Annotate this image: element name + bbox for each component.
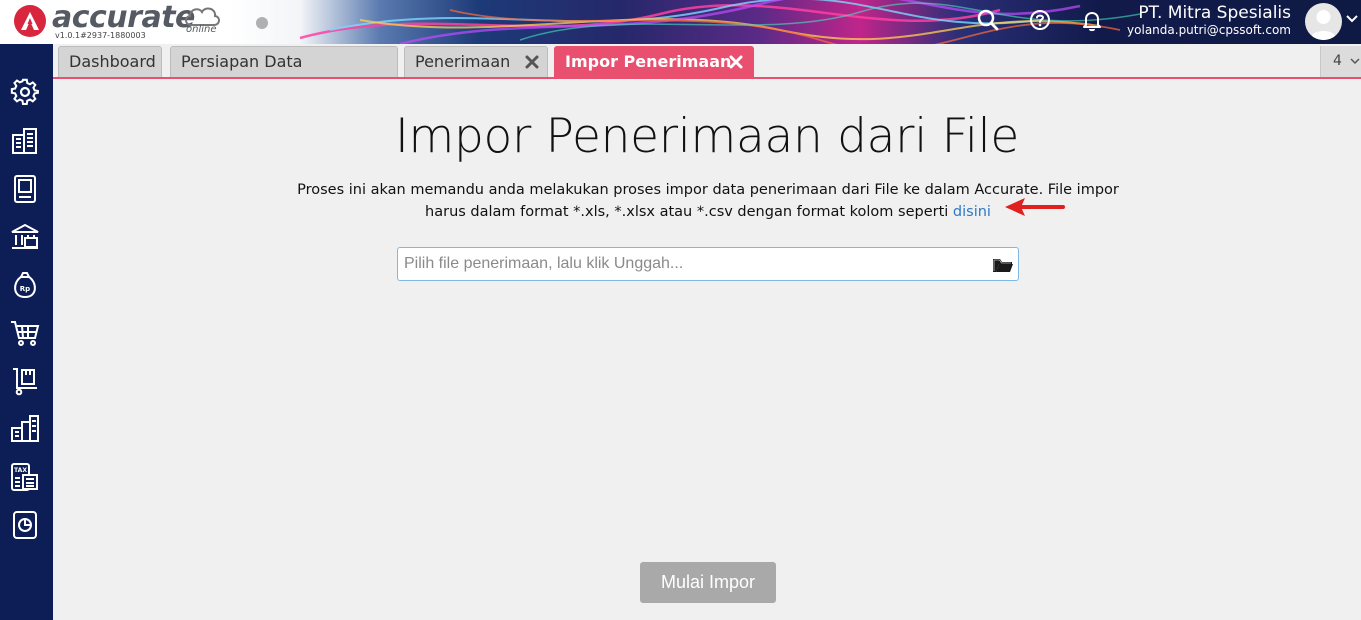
tab-penerimaan[interactable]: Penerimaan (404, 46, 548, 77)
file-input[interactable] (404, 254, 984, 274)
sidebar-item-bank[interactable] (10, 222, 40, 252)
logo-wordmark: accurate (52, 0, 195, 35)
search-icon[interactable] (976, 8, 1000, 32)
sidebar-item-receivable[interactable]: Rp (10, 270, 40, 300)
main-content: Impor Penerimaan dari File Proses ini ak… (53, 81, 1361, 620)
company-info[interactable]: PT. Mitra Spesialis yolanda.putri@cpssof… (1127, 3, 1291, 38)
gear-icon (10, 78, 39, 105)
chevron-down-icon[interactable] (1346, 14, 1358, 24)
close-icon[interactable] (727, 53, 745, 71)
app-version: v1.0.1#2937-1880003 (55, 31, 146, 40)
warehouse-icon (11, 415, 39, 442)
sidebar-item-settings[interactable] (10, 77, 40, 107)
tab-persiapan-data-perusahaan[interactable]: Persiapan Data Perusahaan (170, 46, 398, 101)
sidebar-item-reports[interactable] (10, 510, 40, 540)
tab-counter-dropdown[interactable]: 4 (1320, 46, 1361, 77)
logo-online-text: online (186, 24, 217, 35)
accurate-logo-icon (14, 5, 46, 37)
sidebar-item-ledger[interactable] (10, 174, 40, 204)
report-icon (13, 511, 37, 539)
sidebar-item-purchase[interactable] (10, 366, 40, 396)
tax-icon: TAX (11, 463, 38, 491)
sidebar-item-company[interactable] (10, 126, 40, 156)
company-name: PT. Mitra Spesialis (1138, 3, 1291, 23)
tab-dashboard[interactable]: Dashboard (58, 46, 162, 77)
file-picker[interactable] (397, 247, 1019, 281)
user-silhouette-icon (1310, 10, 1337, 40)
trolley-icon (13, 368, 37, 396)
building-icon (12, 128, 37, 154)
folder-open-icon[interactable] (992, 255, 1014, 275)
svg-text:TAX: TAX (14, 467, 27, 474)
bell-icon[interactable] (1080, 8, 1104, 32)
tab-label: Penerimaan (415, 52, 511, 71)
sidebar: Rp TAX (0, 44, 53, 620)
chevron-down-icon (1350, 58, 1360, 65)
close-icon[interactable] (523, 53, 541, 71)
tab-label: Dashboard (69, 52, 156, 71)
bank-icon (11, 223, 39, 249)
avatar[interactable] (1305, 3, 1342, 40)
svg-text:Rp: Rp (20, 285, 30, 293)
sidebar-item-tax[interactable]: TAX (10, 462, 40, 492)
sidebar-item-sales[interactable] (10, 318, 40, 348)
book-icon (14, 175, 36, 203)
cart-icon (11, 321, 40, 346)
description-line-2: harus dalam format *.xls, *.xlsx atau *.… (425, 204, 949, 220)
money-bag-icon: Rp (14, 272, 36, 299)
tab-impor-penerimaan[interactable]: Impor Penerimaan (554, 46, 754, 77)
sidebar-item-inventory[interactable] (10, 414, 40, 444)
description-line-1: Proses ini akan memandu anda melakukan p… (297, 182, 1119, 198)
format-link[interactable]: disini (953, 204, 991, 220)
tab-bar: Dashboard Persiapan Data Perusahaan Pene… (53, 44, 1361, 101)
annotation-arrow-icon (1005, 198, 1065, 216)
status-dot-icon (256, 17, 268, 29)
app-header: accurate online v1.0.1#2937-1880003 PT. … (0, 0, 1361, 44)
tab-count: 4 (1333, 53, 1342, 69)
tab-label: Impor Penerimaan (565, 52, 732, 71)
help-icon[interactable] (1028, 8, 1052, 32)
start-import-button[interactable]: Mulai Impor (640, 562, 776, 603)
user-email: yolanda.putri@cpssoft.com (1127, 23, 1291, 37)
page-title: Impor Penerimaan dari File (394, 109, 1020, 164)
